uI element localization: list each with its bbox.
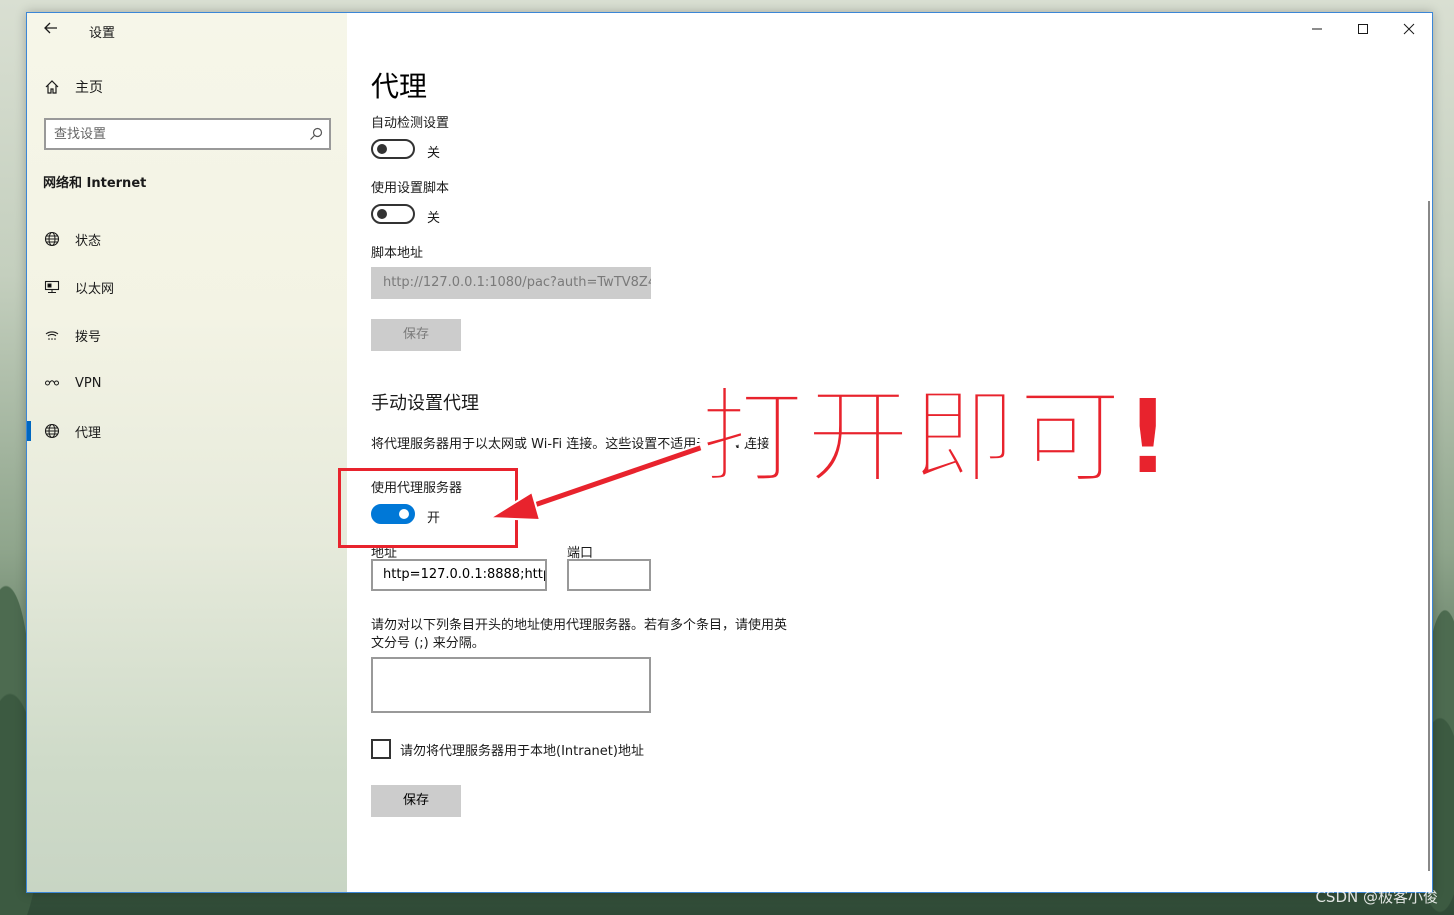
- back-button[interactable]: [39, 19, 63, 41]
- use-proxy-toggle[interactable]: [371, 504, 415, 524]
- sidebar-item-vpn[interactable]: VPN: [27, 359, 347, 407]
- use-script-state: 关: [427, 211, 441, 226]
- sidebar-item-ethernet[interactable]: 以太网: [27, 263, 347, 311]
- manual-proxy-description: 将代理服务器用于以太网或 Wi-Fi 连接。这些设置不适用于 VPN 连接。: [371, 437, 784, 452]
- auto-detect-label: 自动检测设置: [371, 116, 450, 131]
- manual-proxy-heading: 手动设置代理: [371, 393, 479, 414]
- sidebar-item-proxy[interactable]: 代理: [27, 407, 347, 455]
- use-proxy-label: 使用代理服务器: [371, 481, 463, 496]
- search-input[interactable]: [46, 120, 303, 148]
- sidebar-item-dialup[interactable]: 拨号: [27, 311, 347, 359]
- arrow-left-icon: [44, 22, 57, 34]
- sidebar-item-label: 状态: [75, 233, 102, 249]
- auto-detect-toggle[interactable]: [371, 139, 415, 159]
- main-content: 代理 自动检测设置 关 使用设置脚本 关 脚本地址 http://127.0.0…: [347, 13, 1432, 892]
- address-input[interactable]: http=127.0.0.1:8888;https: [371, 559, 547, 591]
- sidebar-item-status[interactable]: 状态: [27, 215, 347, 263]
- save-button[interactable]: 保存: [371, 785, 461, 817]
- globe-status-icon: [43, 230, 61, 248]
- auto-detect-state: 关: [427, 146, 441, 161]
- sidebar-item-label: VPN: [75, 375, 102, 391]
- page-title: 代理: [371, 70, 428, 103]
- port-input[interactable]: [567, 559, 651, 591]
- app-title: 设置: [89, 26, 116, 41]
- search-icon[interactable]: [303, 127, 329, 141]
- scrollbar[interactable]: [1428, 201, 1430, 871]
- script-address-input: http://127.0.0.1:1080/pac?auth=TwTV8Z4J: [371, 267, 651, 299]
- vpn-icon: [43, 374, 61, 392]
- home-icon: [43, 78, 61, 96]
- use-script-toggle[interactable]: [371, 204, 415, 224]
- watermark: CSDN @极客小俊: [1315, 888, 1438, 906]
- exceptions-description-line2: 文分号 (;) 来分隔。: [371, 636, 485, 651]
- local-bypass-checkbox[interactable]: [371, 739, 391, 759]
- search-box: [44, 118, 331, 150]
- use-script-label: 使用设置脚本: [371, 181, 450, 196]
- sidebar-item-label: 代理: [75, 425, 102, 441]
- local-bypass-label: 请勿将代理服务器用于本地(Intranet)地址: [400, 744, 644, 759]
- exceptions-description-line1: 请勿对以下列条目开头的地址使用代理服务器。若有多个条目，请使用英: [371, 618, 788, 633]
- save-script-button: 保存: [371, 319, 461, 351]
- sidebar-item-label: 以太网: [75, 281, 115, 297]
- exceptions-input[interactable]: [371, 657, 651, 713]
- sidebar: 设置 主页 网络和 Internet 状态: [27, 13, 347, 892]
- ethernet-icon: [43, 278, 61, 296]
- globe-icon: [43, 422, 61, 440]
- sidebar-item-label: 拨号: [75, 329, 102, 345]
- use-proxy-state: 开: [427, 511, 441, 526]
- settings-window: 设置 主页 网络和 Internet 状态: [26, 12, 1433, 893]
- sidebar-home[interactable]: 主页: [43, 77, 103, 97]
- script-address-label: 脚本地址: [371, 246, 424, 261]
- titlebar: 设置: [27, 13, 347, 47]
- dialup-icon: [43, 326, 61, 344]
- sidebar-home-label: 主页: [75, 80, 103, 96]
- sidebar-nav: 状态 以太网 拨号 VPN 代理: [27, 215, 347, 455]
- sidebar-section-label: 网络和 Internet: [43, 176, 147, 191]
